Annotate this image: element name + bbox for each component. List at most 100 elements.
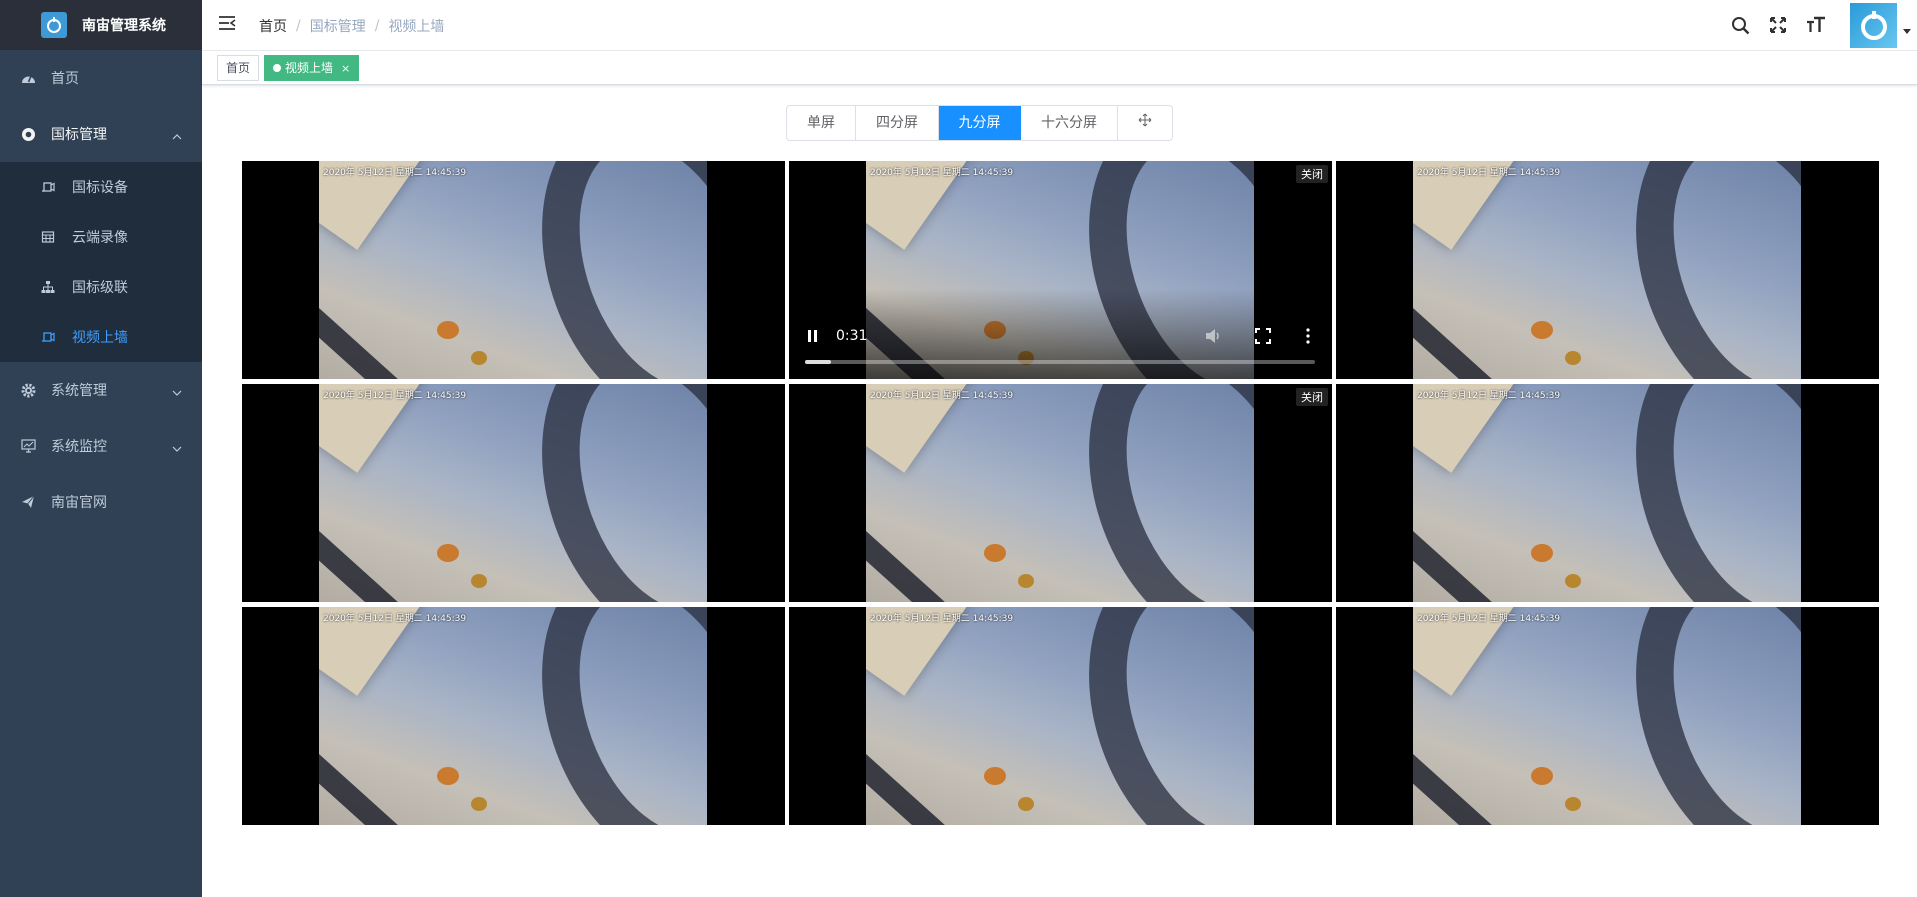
- monitor-icon: [20, 438, 36, 454]
- video-osd: 2020年 5月12日 星期二 14:45:39: [323, 168, 467, 178]
- sidebar-item-gb-device[interactable]: 国标设备: [0, 162, 202, 212]
- video-osd: 2020年 5月12日 星期二 14:45:39: [323, 391, 467, 401]
- search-icon[interactable]: [1729, 14, 1751, 36]
- sidebar-item-system-management[interactable]: 系统管理: [0, 362, 202, 418]
- video-player[interactable]: 2020年 5月12日 星期二 14:45:39 关闭: [789, 384, 1332, 602]
- tags-view: 首页 视频上墙 ×: [202, 51, 1917, 85]
- breadcrumb-current: 视频上墙: [388, 19, 445, 35]
- sidebar: 南宙管理系统 首页 国标管理 国标设备 云端录像 国标级联 视频上墙 系统管理 …: [0, 0, 202, 897]
- logo-icon: [41, 12, 67, 38]
- video-player[interactable]: 2020年 5月12日 星期二 14:45:39: [789, 607, 1332, 825]
- chevron-down-icon: [172, 440, 182, 456]
- sidebar-item-video-wall[interactable]: 视频上墙: [0, 312, 202, 362]
- lifebuoy-icon: [20, 126, 36, 142]
- sidebar-item-home[interactable]: 首页: [0, 50, 202, 106]
- video-frame: 2020年 5月12日 星期二 14:45:39: [866, 384, 1254, 602]
- video-osd: 2020年 5月12日 星期二 14:45:39: [1417, 614, 1561, 624]
- video-frame: 2020年 5月12日 星期二 14:45:39: [1413, 384, 1801, 602]
- video-osd: 2020年 5月12日 星期二 14:45:39: [870, 391, 1014, 401]
- breadcrumb-separator: /: [296, 18, 301, 34]
- sidebar-item-label: 国标设备: [72, 180, 128, 196]
- video-time: 0:31: [836, 328, 868, 344]
- sidebar-item-system-monitor[interactable]: 系统监控: [0, 418, 202, 474]
- sidebar-item-label: 首页: [51, 71, 79, 87]
- sidebar-item-label: 国标级联: [72, 280, 128, 296]
- avatar[interactable]: [1850, 2, 1897, 48]
- video-player[interactable]: 2020年 5月12日 星期二 14:45:39: [1336, 161, 1879, 379]
- sixteen-screen-button[interactable]: 十六分屏: [1021, 106, 1118, 140]
- tag-label: 首页: [226, 61, 251, 75]
- video-osd: 2020年 5月12日 星期二 14:45:39: [870, 168, 1014, 178]
- video-osd: 2020年 5月12日 星期二 14:45:39: [870, 614, 1014, 624]
- sidebar-item-official-site[interactable]: 南宙官网: [0, 474, 202, 530]
- video-controls: 0:31: [789, 289, 1332, 379]
- video-player[interactable]: 2020年 5月12日 星期二 14:45:39: [1336, 384, 1879, 602]
- camera-icon: [40, 329, 56, 345]
- dashboard-icon: [20, 70, 36, 86]
- app-title: 南宙管理系统: [82, 18, 166, 34]
- tag-home[interactable]: 首页: [217, 55, 260, 81]
- sidebar-item-label: 视频上墙: [72, 330, 128, 346]
- fullscreen-icon[interactable]: [1255, 328, 1271, 344]
- hamburger-icon[interactable]: [218, 15, 240, 35]
- nine-screen-button[interactable]: 九分屏: [939, 106, 1021, 140]
- caret-down-icon[interactable]: [1897, 0, 1917, 50]
- tree-icon: [40, 279, 56, 295]
- sidebar-item-label: 云端录像: [72, 230, 128, 246]
- video-player[interactable]: 2020年 5月12日 星期二 14:45:39: [242, 607, 785, 825]
- video-player[interactable]: 2020年 5月12日 星期二 14:45:39 关闭 0:31: [789, 161, 1332, 379]
- progress-bar[interactable]: [805, 360, 1315, 364]
- four-screen-button[interactable]: 四分屏: [856, 106, 939, 140]
- video-player[interactable]: 2020年 5月12日 星期二 14:45:39: [1336, 607, 1879, 825]
- video-frame: 2020年 5月12日 星期二 14:45:39: [1413, 161, 1801, 379]
- video-player[interactable]: 2020年 5月12日 星期二 14:45:39: [242, 161, 785, 379]
- volume-icon[interactable]: [1205, 328, 1223, 344]
- breadcrumb-home[interactable]: 首页: [259, 16, 287, 36]
- app-root: 南宙管理系统 首页 国标管理 国标设备 云端录像 国标级联 视频上墙 系统管理 …: [0, 0, 1917, 897]
- video-frame: 2020年 5月12日 星期二 14:45:39: [319, 384, 707, 602]
- more-options-icon[interactable]: [1305, 328, 1311, 344]
- video-frame: 2020年 5月12日 星期二 14:45:39: [866, 607, 1254, 825]
- close-video-button[interactable]: 关闭: [1296, 165, 1328, 183]
- video-frame: 2020年 5月12日 星期二 14:45:39: [1413, 607, 1801, 825]
- breadcrumb-gb-management: 国标管理: [309, 19, 366, 35]
- single-screen-button[interactable]: 单屏: [787, 106, 856, 140]
- calendar-icon: [40, 229, 56, 245]
- active-dot-icon: [273, 64, 281, 72]
- send-icon: [20, 494, 36, 510]
- video-frame: 2020年 5月12日 星期二 14:45:39: [319, 161, 707, 379]
- drag-button[interactable]: [1118, 106, 1172, 140]
- breadcrumb-separator: /: [374, 18, 380, 34]
- navbar: 首页 / 国标管理 / 视频上墙: [202, 0, 1917, 51]
- chevron-up-icon: [172, 128, 182, 144]
- camera-icon: [40, 179, 56, 195]
- sidebar-item-gb-management[interactable]: 国标管理: [0, 106, 202, 162]
- pause-icon[interactable]: [807, 329, 819, 343]
- tag-label: 视频上墙: [285, 61, 334, 75]
- sidebar-item-label: 系统监控: [51, 439, 107, 455]
- progress-fill: [805, 360, 831, 364]
- sidebar-item-label: 系统管理: [51, 383, 107, 399]
- close-video-button[interactable]: 关闭: [1296, 388, 1328, 406]
- sidebar-item-cloud-record[interactable]: 云端录像: [0, 212, 202, 262]
- video-osd: 2020年 5月12日 星期二 14:45:39: [1417, 168, 1561, 178]
- chevron-down-icon: [172, 384, 182, 400]
- gear-icon: [20, 382, 36, 398]
- navbar-actions: [1729, 0, 1917, 50]
- sidebar-item-label: 国标管理: [51, 127, 107, 143]
- video-player[interactable]: 2020年 5月12日 星期二 14:45:39: [242, 384, 785, 602]
- close-icon[interactable]: ×: [341, 62, 350, 75]
- video-osd: 2020年 5月12日 星期二 14:45:39: [323, 614, 467, 624]
- submenu-gb: 国标设备 云端录像 国标级联 视频上墙: [0, 162, 202, 362]
- move-icon: [1138, 106, 1152, 140]
- tag-video-wall[interactable]: 视频上墙 ×: [264, 55, 360, 81]
- breadcrumb: 首页 / 国标管理 / 视频上墙: [259, 16, 444, 36]
- video-frame: 2020年 5月12日 星期二 14:45:39: [319, 607, 707, 825]
- sidebar-item-gb-cascade[interactable]: 国标级联: [0, 262, 202, 312]
- video-osd: 2020年 5月12日 星期二 14:45:39: [1417, 391, 1561, 401]
- fullscreen-icon[interactable]: [1767, 14, 1789, 36]
- split-screen-group: 单屏 四分屏 九分屏 十六分屏: [786, 105, 1173, 141]
- sidebar-item-label: 南宙官网: [51, 495, 107, 511]
- font-size-icon[interactable]: [1805, 14, 1827, 36]
- sidebar-logo[interactable]: 南宙管理系统: [0, 0, 202, 50]
